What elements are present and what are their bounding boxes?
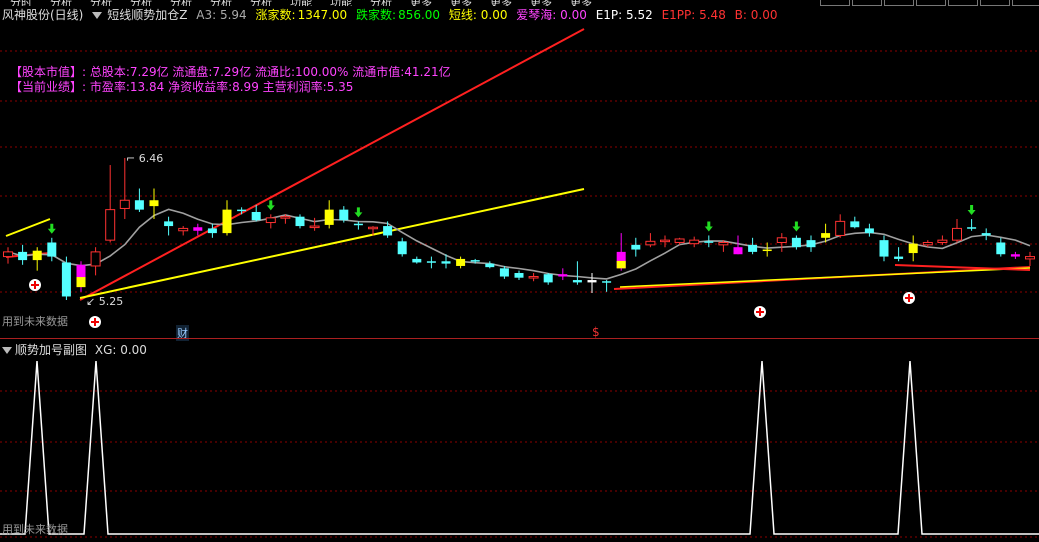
candle-body [952,227,962,241]
candle-body [193,227,203,231]
high-price-marker: ⌐ 6.46 [126,152,164,165]
candle-body [791,237,801,248]
plus-marker-icon [29,279,41,291]
candle-body [251,211,261,221]
candle-body [32,250,42,261]
candle-body [265,217,276,224]
candle-body [922,241,933,246]
candle-body [528,276,539,279]
candle-body [222,209,232,234]
candle-body [397,241,407,255]
candle-body [1010,254,1020,257]
plus-marker-icon [89,316,101,328]
candle-body-lower [616,260,626,269]
candle-body [660,239,670,243]
candle-body [499,268,509,277]
candle-body [324,209,334,225]
candle-body [412,258,422,263]
candle-body [280,216,291,219]
candle-body [572,280,582,283]
candle-body [733,247,743,255]
candle-body [748,244,758,252]
down-arrow-icon [354,207,363,218]
down-arrow-icon [792,221,801,232]
candle-body [3,251,13,258]
candle-body [134,200,144,210]
candle-body [689,239,700,245]
candle-body [967,227,977,229]
candle-body [937,239,948,243]
candle-body [1025,256,1035,260]
candle-body [587,280,597,283]
candle-body [485,263,495,268]
candle-body [339,209,349,221]
candle-body [368,226,378,230]
main-candlestick-chart[interactable] [0,0,1039,337]
candle-body [718,241,729,246]
candle-body [879,240,889,257]
plus-marker-icon [903,292,915,304]
candle-body [119,199,130,209]
down-arrow-icon [967,205,976,216]
candle-body [18,251,28,261]
low-price-label: 5.25 [98,295,124,308]
dividend-marker[interactable]: $ [592,325,600,339]
candle-body [295,216,305,227]
candle-body [864,228,874,234]
candle-body [514,273,524,278]
sub-future-data-note: 用到未来数据 [2,523,68,536]
candle-body [894,256,904,259]
down-arrow-icon [704,221,713,232]
candle-body [821,233,831,238]
candle-body [762,249,772,252]
down-arrow-icon [47,223,56,234]
candle-body [908,243,918,254]
signal-line [0,360,1039,535]
candle-body [674,238,685,243]
candle-body [996,242,1006,255]
candle-body [645,240,656,246]
candle-body [237,209,247,212]
candle-body [383,226,393,236]
candle-body [456,258,466,266]
short-yellow-line [5,218,51,237]
low-price-marker: ↙ 5.25 [86,295,124,308]
candle-body [149,200,159,207]
candle-body [441,261,451,264]
candle-body-lower [76,277,86,288]
candle-body [704,241,714,243]
candle-body [981,233,991,236]
candle-body [426,261,436,263]
candle-body [90,251,101,267]
candle-body [602,281,612,283]
candle-body [164,221,174,227]
candle-body [178,227,189,232]
candle-body [850,221,860,228]
candle-body [631,244,641,250]
candle-body [806,240,816,248]
future-data-note: 用到未来数据 [2,315,68,328]
down-arrow-icon [266,200,275,211]
candle-body [105,209,116,241]
candle-body [470,260,480,262]
candle-body [61,262,71,297]
candle-body [353,223,363,226]
candle-body [558,274,568,277]
plus-marker-icon [754,306,766,318]
sub-signal-chart[interactable] [0,339,1039,542]
candle-body [309,225,320,229]
high-price-label: 6.46 [138,152,164,165]
candle-body [207,228,217,234]
lower-yellow-line [619,267,1031,288]
candle-body [776,237,787,243]
candle-body [47,242,57,257]
candle-body [835,220,846,236]
candle-body [543,274,553,283]
